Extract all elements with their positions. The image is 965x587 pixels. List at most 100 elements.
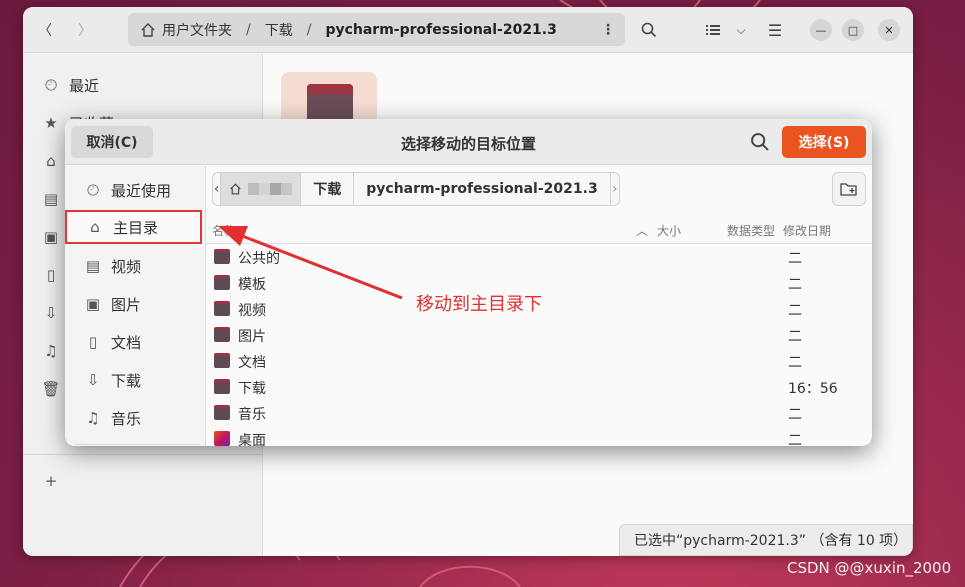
- maximize-icon[interactable]: □: [842, 19, 864, 41]
- folder-icon: [214, 249, 230, 264]
- file-name: 音乐: [238, 407, 266, 423]
- path-scroll-left-icon[interactable]: ‹: [213, 173, 222, 205]
- file-modified: 二: [788, 251, 802, 267]
- film-icon: ▤: [85, 257, 101, 275]
- sidebar-item-label: 视频: [111, 257, 142, 276]
- new-folder-button[interactable]: [832, 172, 866, 206]
- home-icon: ⌂: [90, 218, 100, 236]
- file-modified: 二: [788, 303, 802, 319]
- home-icon: ⌂: [46, 152, 56, 170]
- document-icon: ▯: [88, 333, 98, 351]
- desktop-folder-icon: [214, 431, 230, 446]
- file-row[interactable]: 下载 16：56: [206, 374, 872, 400]
- close-icon[interactable]: ✕: [878, 19, 900, 41]
- music-icon: ♫: [86, 409, 100, 427]
- file-row[interactable]: 图片 二: [206, 322, 872, 348]
- path-segment-downloads[interactable]: 下载: [265, 20, 293, 40]
- move-destination-dialog: 取消(C) 选择移动的目标位置 选择(S) 🕘︎ 最近使用 ⌂ 主目录 ▤ 视频…: [65, 119, 872, 446]
- path-segment-current[interactable]: pycharm-professional-2021.3: [354, 173, 611, 205]
- sidebar-item-label: 最近使用: [111, 181, 172, 200]
- selection-status: 已选中“pycharm-2021.3” （含有 10 项）: [619, 524, 913, 556]
- file-row[interactable]: 文档 二: [206, 348, 872, 374]
- folder-icon: [214, 275, 230, 290]
- folder-icon: [214, 353, 230, 368]
- file-list-header: 名称 ︿ 大小 数据类型 修改日期: [206, 214, 872, 244]
- music-icon: ♫: [44, 342, 58, 360]
- column-header-type[interactable]: 数据类型: [727, 222, 775, 239]
- clock-icon: 🕘︎: [45, 76, 57, 94]
- download-icon: ⇩: [86, 371, 100, 389]
- file-modified: 二: [788, 433, 802, 446]
- annotation-text: 移动到主目录下: [416, 294, 542, 315]
- header-bar: 〈 〉 用户文件夹 / 下载 / pycharm-professional-20…: [23, 7, 913, 53]
- back-button[interactable]: 〈: [35, 16, 55, 44]
- sidebar-item-label: 音乐: [111, 409, 142, 428]
- file-name: 桌面: [238, 433, 266, 446]
- path-scroll-right-icon[interactable]: ›: [611, 173, 619, 205]
- file-row[interactable]: 音乐 二: [206, 400, 872, 426]
- file-modified: 16：56: [788, 381, 838, 397]
- sidebar-item-label: 最近: [69, 76, 100, 95]
- film-icon: ▤: [43, 190, 59, 208]
- search-icon[interactable]: [640, 16, 658, 44]
- file-modified: 二: [788, 355, 802, 371]
- star-icon: ★: [44, 114, 58, 132]
- image-icon: ▣: [85, 295, 101, 313]
- file-modified: 二: [788, 407, 802, 423]
- hamburger-menu-icon[interactable]: ☰: [767, 16, 783, 44]
- home-icon: [141, 22, 155, 37]
- sidebar-item-label: 下载: [111, 371, 142, 390]
- sidebar-item-label: 文档: [111, 333, 142, 352]
- sidebar-item-documents[interactable]: ▯ 文档: [65, 325, 202, 359]
- file-name: 文档: [238, 355, 266, 371]
- dialog-sidebar: 🕘︎ 最近使用 ⌂ 主目录 ▤ 视频 ▣ 图片 ▯ 文档 ⇩ 下载 ♫ 音乐: [65, 166, 206, 446]
- sidebar-item-recent[interactable]: 🕘︎ 最近: [41, 72, 99, 98]
- search-icon[interactable]: [749, 131, 771, 153]
- clock-icon: 🕘︎: [87, 181, 99, 199]
- add-location-button[interactable]: +: [41, 468, 69, 494]
- sidebar-item-music[interactable]: ♫ 音乐: [65, 401, 202, 435]
- sidebar-item-downloads[interactable]: ⇩ 下载: [65, 363, 202, 397]
- sidebar-item-label: 图片: [111, 295, 142, 314]
- path-segment-current[interactable]: pycharm-professional-2021.3: [325, 22, 556, 38]
- dialog-path-bar: ‹ 下载 pycharm-professional-2021.3 ›: [212, 172, 620, 206]
- watermark: CSDN @@xuxin_2000: [787, 559, 952, 577]
- file-row[interactable]: 公共的 二: [206, 244, 872, 270]
- folder-icon: [214, 301, 230, 316]
- select-button[interactable]: 选择(S): [782, 126, 866, 158]
- sidebar-item-pictures[interactable]: ▣ 图片: [65, 287, 202, 321]
- file-name: 公共的: [238, 251, 280, 267]
- download-icon: ⇩: [44, 304, 58, 322]
- sidebar-item-videos[interactable]: ▤ 视频: [65, 249, 202, 283]
- dialog-header: 取消(C) 选择移动的目标位置 选择(S): [65, 119, 872, 165]
- file-modified: 二: [788, 329, 802, 345]
- path-segment-downloads[interactable]: 下载: [301, 173, 355, 205]
- path-menu-icon[interactable]: ⋮: [601, 22, 615, 38]
- forward-button[interactable]: 〉: [75, 16, 95, 44]
- image-icon: ▣: [43, 228, 59, 246]
- minimize-icon[interactable]: —: [810, 19, 832, 41]
- column-header-modified[interactable]: 修改日期: [783, 222, 831, 239]
- file-name: 视频: [238, 303, 266, 319]
- list-view-icon[interactable]: [705, 16, 721, 44]
- file-modified: 二: [788, 277, 802, 293]
- folder-icon: [214, 379, 230, 394]
- redacted-username: [248, 183, 293, 195]
- folder-icon: [214, 327, 230, 342]
- sidebar-item-home[interactable]: ⌂ 主目录: [65, 210, 202, 244]
- home-icon: [230, 183, 241, 195]
- plus-icon: +: [44, 472, 58, 490]
- column-header-name[interactable]: 名称: [212, 222, 236, 239]
- sort-ascending-icon: ︿: [636, 224, 649, 238]
- path-segment-home[interactable]: [221, 173, 302, 205]
- view-options-chevron-icon[interactable]: ⌵: [733, 16, 749, 44]
- file-name: 模板: [238, 277, 266, 293]
- path-bar[interactable]: 用户文件夹 / 下载 / pycharm-professional-2021.3…: [128, 13, 625, 46]
- column-header-size[interactable]: 大小: [657, 222, 681, 239]
- sidebar-divider: [23, 454, 263, 455]
- file-name: 图片: [238, 329, 266, 345]
- sidebar-item-recent[interactable]: 🕘︎ 最近使用: [65, 173, 202, 207]
- path-segment-home[interactable]: 用户文件夹: [162, 20, 232, 40]
- new-folder-icon: [840, 183, 857, 196]
- file-row[interactable]: 桌面 二: [206, 426, 872, 446]
